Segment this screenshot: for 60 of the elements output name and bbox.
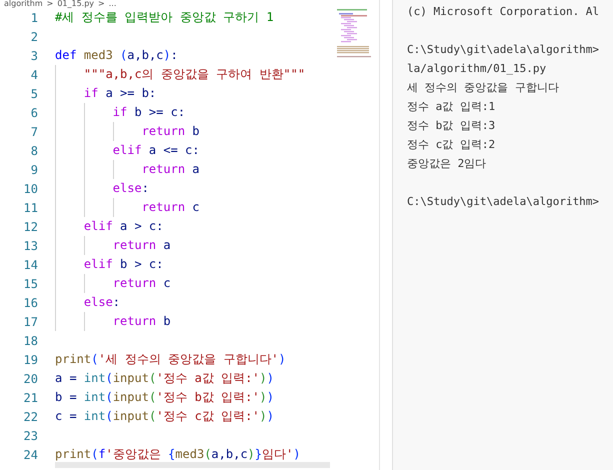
breadcrumb-item[interactable]: 01_15.py (57, 0, 94, 8)
terminal-line: 세 정수의 중앙값을 구합니다 (407, 80, 559, 96)
code-line: return c (55, 274, 171, 293)
code-line: """a,b,c의 중앙값을 구하여 반환""" (55, 65, 306, 84)
code-line: return b (55, 312, 171, 331)
line-number: 16 (22, 296, 39, 310)
terminal-line: C:\Study\git\adela\algorithm> (407, 194, 600, 210)
line-number: 3 (30, 48, 39, 62)
line-number: 7 (30, 124, 39, 138)
line-number: 1 (30, 10, 39, 24)
code-line: elif b > c: (55, 255, 164, 274)
terminal-line: 정수 c값 입력:2 (407, 137, 496, 153)
line-number: 24 (22, 448, 39, 462)
line-number: 18 (22, 334, 39, 348)
terminal-line: C:\Study\git\adela\algorithm> (407, 42, 600, 58)
line-number: 21 (22, 390, 39, 404)
code-line: return a (55, 160, 200, 179)
code-line: print('세 정수의 중앙값을 구합니다') (55, 351, 286, 368)
line-number: 10 (22, 182, 39, 196)
line-number: 15 (22, 276, 39, 290)
line-number: 6 (30, 106, 39, 120)
line-number: 22 (22, 410, 39, 424)
code-line: #세 정수를 입력받아 중앙값 구하기 1 (55, 9, 274, 26)
code-line: if a >= b: (55, 84, 156, 103)
code-line: return b (55, 122, 200, 141)
code-line: b = int(input('정수 b값 입력:')) (55, 389, 274, 406)
line-number: 20 (22, 372, 39, 386)
line-number: 12 (22, 220, 39, 234)
line-number: 17 (22, 314, 39, 328)
code-line: else: (55, 293, 120, 312)
code-line: print(f'중앙값은 {med3(a,b,c)}임다') (55, 446, 300, 463)
code-line: a = int(input('정수 a값 입력:')) (55, 370, 274, 387)
line-number: 19 (22, 352, 39, 366)
line-number: 2 (30, 30, 39, 44)
breadcrumb-item[interactable]: > (46, 0, 54, 8)
code-line: def med3 (a,b,c): (55, 47, 178, 64)
breadcrumb-item[interactable]: ... (108, 0, 116, 8)
minimap-drawing[interactable] (337, 8, 373, 58)
terminal-line: la/algorithm/01_15.py (407, 61, 546, 77)
code-line: return a (55, 236, 171, 255)
code-line: else: (55, 179, 149, 198)
terminal-line: (c) Microsoft Corporation. Al (407, 4, 600, 20)
breadcrumb-item[interactable]: algorithm (4, 0, 43, 8)
line-number: 13 (22, 238, 39, 252)
line-number: 23 (22, 428, 39, 442)
line-number: 8 (30, 144, 39, 158)
terminal-line: 중앙값은 2임다 (407, 156, 486, 172)
breadcrumb-item[interactable]: > (98, 0, 105, 8)
line-number: 11 (22, 200, 39, 214)
terminal-line: 정수 b값 입력:3 (407, 118, 496, 134)
code-line: if b >= c: (55, 103, 186, 122)
line-number: 5 (30, 86, 39, 100)
code-line: elif a <= c: (55, 141, 200, 160)
code-line: elif a > c: (55, 217, 164, 236)
line-number: 4 (30, 68, 39, 82)
terminal-line: 정수 a값 입력:1 (407, 99, 496, 115)
code-line: return c (55, 198, 200, 217)
code-line: c = int(input('정수 c값 입력:')) (55, 408, 274, 425)
line-number: 9 (30, 162, 39, 176)
line-number: 14 (22, 258, 39, 272)
